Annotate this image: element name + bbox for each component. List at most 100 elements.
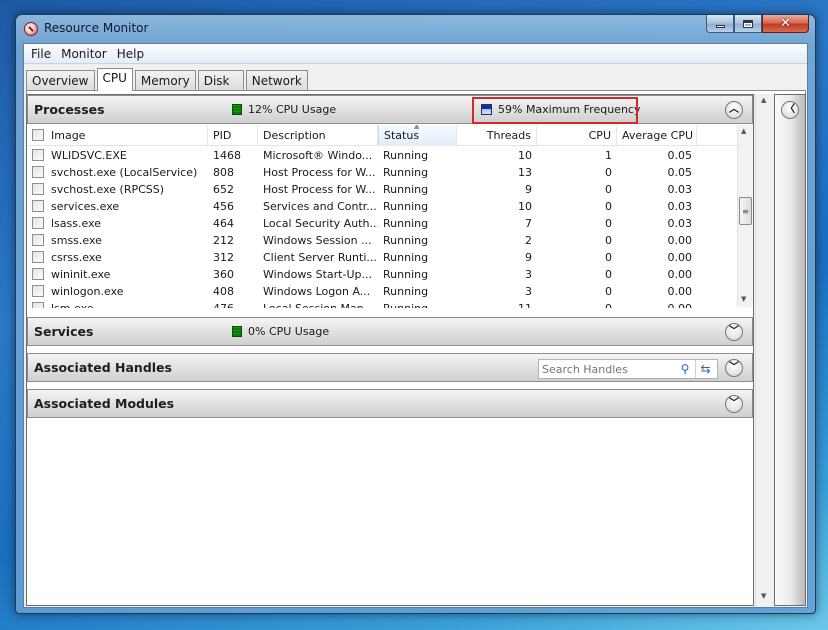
cell-cpu: 0 xyxy=(605,285,612,298)
services-expand-button[interactable]: ﹀ xyxy=(725,323,743,341)
tab-bar: Overview CPU Memory Disk Network xyxy=(26,68,310,91)
column-header-status[interactable]: ▲ Status xyxy=(378,125,457,146)
tab-overview[interactable]: Overview xyxy=(26,70,95,90)
process-row[interactable]: lsm.exe476Local Session Man...Running110… xyxy=(27,300,737,308)
process-row[interactable]: csrss.exe 312 Client Server Runti... Runnin… xyxy=(27,249,737,266)
modules-expand-button[interactable]: ﹀ xyxy=(725,395,743,413)
cell-status: Running xyxy=(383,166,429,179)
column-header-threads[interactable]: Threads xyxy=(457,125,537,146)
services-cpu-usage-text: 0% CPU Usage xyxy=(248,325,330,338)
processes-cpu-usage: 12% CPU Usage xyxy=(232,103,336,116)
cell-image: svchost.exe (LocalService) xyxy=(27,166,208,179)
search-handles-input[interactable] xyxy=(539,362,675,376)
cell-image: winlogon.exe xyxy=(27,285,208,298)
column-header-average-cpu[interactable]: Average CPU xyxy=(617,125,697,146)
cell-image: svchost.exe (RPCSS) xyxy=(27,183,208,196)
process-row[interactable]: winlogon.exe 408 Windows Logon A... Running… xyxy=(27,283,737,300)
main-scrollbar[interactable]: ▲ ▼ xyxy=(755,94,772,606)
processes-header[interactable]: Processes 12% CPU Usage 59% Maximum Freq… xyxy=(27,95,753,124)
menu-monitor[interactable]: Monitor xyxy=(56,47,112,61)
process-image-name: svchost.exe (RPCSS) xyxy=(51,183,165,196)
process-checkbox[interactable] xyxy=(32,183,44,195)
process-row[interactable]: wininit.exe 360 Windows Start-Up... Running… xyxy=(27,266,737,283)
cell-avg-cpu: 0.03 xyxy=(667,183,693,196)
refresh-icon[interactable]: ⇆ xyxy=(695,360,715,378)
tab-cpu[interactable]: CPU xyxy=(96,68,133,91)
column-header-filler xyxy=(697,125,737,146)
cell-image: services.exe xyxy=(27,200,208,213)
minimize-button[interactable] xyxy=(706,15,734,33)
modules-title: Associated Modules xyxy=(34,396,175,411)
cell-avg-cpu: 0.05 xyxy=(667,166,693,179)
modules-header[interactable]: Associated Modules ﹀ xyxy=(27,389,753,418)
cell-pid: 408 xyxy=(213,285,234,298)
handles-expand-button[interactable]: ﹀ xyxy=(725,359,743,377)
column-header-pid[interactable]: PID xyxy=(208,125,258,146)
minimize-icon xyxy=(715,24,725,28)
menu-help[interactable]: Help xyxy=(112,47,149,61)
process-image-name: smss.exe xyxy=(51,234,102,247)
client-area: File Monitor Help Overview CPU Memory Di… xyxy=(23,43,808,608)
cell-cpu: 0 xyxy=(605,268,612,281)
process-checkbox[interactable] xyxy=(32,234,44,246)
main-scroll-up-icon[interactable]: ▲ xyxy=(761,96,766,104)
chevron-up-icon: ︿ xyxy=(729,104,739,115)
process-image-name: winlogon.exe xyxy=(51,285,124,298)
cell-cpu: 0 xyxy=(537,302,617,308)
process-row[interactable]: lsass.exe 464 Local Security Auth... Runnin… xyxy=(27,215,737,232)
window-title: Resource Monitor xyxy=(44,21,149,35)
column-header-cpu[interactable]: CPU xyxy=(537,125,617,146)
process-checkbox[interactable] xyxy=(32,285,44,297)
handles-header[interactable]: Associated Handles ⚲ ⇆ ﹀ xyxy=(27,353,753,382)
process-checkbox[interactable] xyxy=(32,251,44,263)
tab-memory[interactable]: Memory xyxy=(134,70,196,90)
processes-table: Image PID Description ▲ Status Threads CP… xyxy=(27,125,753,308)
scroll-up-icon[interactable]: ▲ xyxy=(741,127,746,135)
process-checkbox[interactable] xyxy=(32,217,44,229)
title-bar[interactable]: Resource Monitor ✕ xyxy=(16,15,815,43)
column-header-description[interactable]: Description xyxy=(258,125,378,146)
scroll-down-icon[interactable]: ▼ xyxy=(741,295,746,303)
process-row[interactable]: svchost.exe (LocalService) 808 Host Proces… xyxy=(27,164,737,181)
services-header[interactable]: Services 0% CPU Usage ﹀ xyxy=(27,317,753,346)
cell-avg-cpu: 0.00 xyxy=(617,302,697,308)
tab-disk[interactable]: Disk xyxy=(197,70,244,90)
handles-title: Associated Handles xyxy=(34,360,172,375)
menu-file[interactable]: File xyxy=(26,47,56,61)
process-checkbox[interactable] xyxy=(32,149,44,161)
maximize-icon xyxy=(743,19,753,28)
process-checkbox[interactable] xyxy=(32,302,44,308)
cell-pid: 1468 xyxy=(213,149,241,162)
show-graphs-button[interactable]: 〈 xyxy=(781,101,799,119)
cell-status: Running xyxy=(383,234,429,247)
cell-image: smss.exe xyxy=(27,234,208,247)
process-row[interactable]: services.exe 456 Services and Contr... Runn… xyxy=(27,198,737,215)
cell-threads: 11 xyxy=(457,302,537,308)
main-scroll-down-icon[interactable]: ▼ xyxy=(761,592,766,600)
chevron-down-icon: ﹀ xyxy=(729,398,739,409)
process-row[interactable]: WLIDSVC.EXE 1468 Microsoft® Windo... Runnin… xyxy=(27,147,737,164)
process-checkbox[interactable] xyxy=(32,166,44,178)
processes-collapse-button[interactable]: ︿ xyxy=(725,101,743,119)
process-checkbox[interactable] xyxy=(32,268,44,280)
cell-threads: 3 xyxy=(525,268,532,281)
cell-status: Running xyxy=(383,200,429,213)
close-button[interactable]: ✕ xyxy=(762,15,809,33)
column-header-image[interactable]: Image xyxy=(27,125,208,146)
search-icon[interactable]: ⚲ xyxy=(675,362,695,376)
cell-pid: 652 xyxy=(213,183,234,196)
process-row[interactable]: smss.exe 212 Windows Session ... Running 2 0 0… xyxy=(27,232,737,249)
cell-avg-cpu: 0.00 xyxy=(667,285,693,298)
process-row[interactable]: svchost.exe (RPCSS) 652 Host Process for W… xyxy=(27,181,737,198)
tab-network[interactable]: Network xyxy=(245,70,308,90)
cell-description: Host Process for W... xyxy=(263,166,376,179)
cell-description: Windows Logon A... xyxy=(263,285,371,298)
select-all-checkbox[interactable] xyxy=(32,129,44,141)
cell-avg-cpu: 0.03 xyxy=(667,200,693,213)
process-checkbox[interactable] xyxy=(32,200,44,212)
chevron-down-icon: ﹀ xyxy=(729,326,739,337)
processes-scrollbar[interactable]: ▲ ≡ ▼ xyxy=(737,125,753,307)
maximize-button[interactable] xyxy=(734,15,762,33)
resource-monitor-app-icon xyxy=(24,22,38,36)
scroll-thumb[interactable]: ≡ xyxy=(739,197,752,225)
